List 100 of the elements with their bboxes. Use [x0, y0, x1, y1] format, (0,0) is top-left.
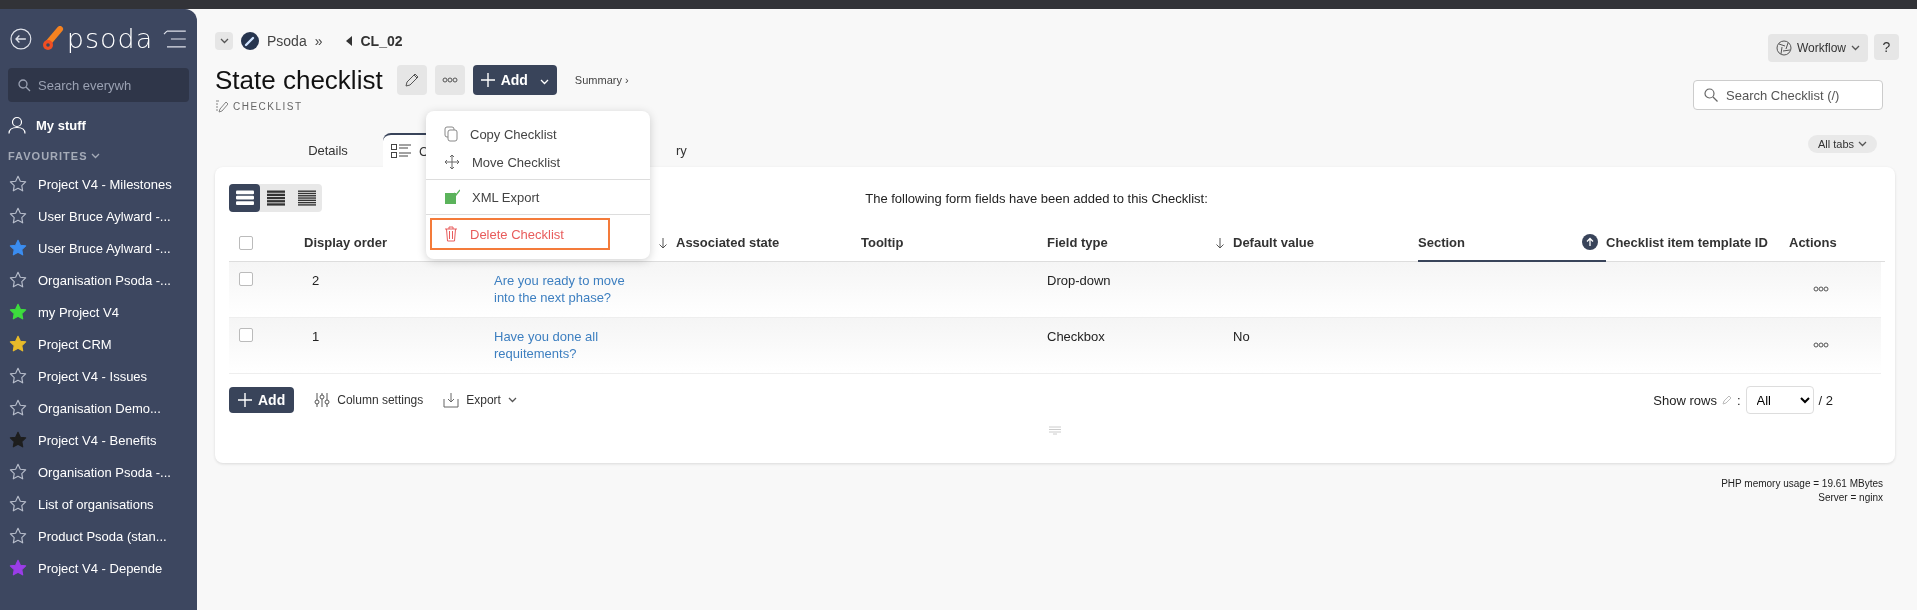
favourite-link[interactable]: Organisation Psoda -... [38, 272, 171, 288]
select-all-checkbox[interactable] [239, 235, 253, 250]
favourite-link[interactable]: User Bruce Aylward -... [38, 208, 171, 224]
export-button[interactable]: Export [443, 392, 517, 408]
star-icon[interactable] [9, 495, 27, 513]
star-icon[interactable] [9, 303, 27, 321]
sort-up-icon[interactable] [1582, 234, 1598, 250]
checklist-search-field[interactable]: Search Checklist (/) [1693, 80, 1883, 110]
rows-icon [297, 190, 316, 206]
more-icon [441, 77, 458, 83]
breadcrumb-link[interactable]: Psoda [267, 33, 307, 49]
breadcrumb-separator: » [314, 33, 323, 49]
star-icon[interactable] [9, 239, 27, 257]
column-header[interactable]: Default value [1233, 235, 1314, 250]
star-icon[interactable] [9, 559, 27, 577]
favourite-link[interactable]: Project V4 - Benefits [38, 432, 157, 448]
workflow-button[interactable]: Workflow [1767, 34, 1868, 62]
menu-item[interactable]: Delete Checklist [430, 218, 610, 250]
help-button[interactable]: ? [1874, 34, 1899, 60]
status-text: PHP memory usage = 19.61 MBytes [1720, 477, 1883, 491]
search-field[interactable]: Search everywh [8, 68, 189, 102]
chevron-down-icon [1858, 141, 1867, 147]
resize-handle-icon[interactable] [1049, 426, 1061, 435]
column-header[interactable]: Field type [1047, 235, 1108, 250]
star-icon[interactable] [9, 175, 27, 193]
star-icon[interactable] [9, 271, 27, 289]
menu-item[interactable]: Move Checklist [426, 148, 650, 176]
back-icon[interactable] [10, 27, 32, 50]
menu-item[interactable]: Copy Checklist [426, 120, 650, 148]
more-icon [1813, 286, 1829, 292]
question-link[interactable]: Have you done all requitements? [494, 328, 644, 362]
collapse-menu-icon[interactable] [163, 29, 187, 48]
favourite-link[interactable]: User Bruce Aylward -... [38, 240, 171, 256]
add-row-button[interactable]: Add [229, 387, 295, 413]
status-text: Server = nginx [1817, 491, 1883, 505]
aperture-icon [1775, 40, 1792, 56]
favourite-link[interactable]: Project CRM [38, 336, 112, 352]
column-settings-button[interactable]: Column settings [314, 392, 424, 408]
tab[interactable]: Details [273, 133, 383, 167]
rows-icon [235, 190, 254, 206]
logo-icon [41, 25, 64, 52]
favourites-heading[interactable]: FAVOURITES [8, 150, 88, 162]
star-icon[interactable] [9, 207, 27, 225]
pencil-icon [403, 72, 420, 88]
move-icon [444, 154, 460, 170]
column-header[interactable]: Display order [304, 235, 388, 250]
rows-select[interactable]: All [1745, 386, 1814, 414]
edit-button[interactable] [396, 65, 427, 95]
search-icon [1704, 88, 1718, 102]
favourite-link[interactable]: Organisation Psoda -... [38, 464, 171, 480]
list-icon [391, 144, 411, 158]
column-header[interactable]: Tooltip [861, 235, 904, 250]
chevron-down-icon [1851, 45, 1860, 51]
favourite-link[interactable]: Project V4 - Depende [38, 560, 163, 576]
favourite-link[interactable]: Product Psoda (stan... [38, 528, 167, 544]
favourite-link[interactable]: List of organisations [38, 496, 154, 512]
question-link[interactable]: Are you ready to move into the next phase? [494, 272, 644, 306]
favourite-link[interactable]: Project V4 - Issues [38, 368, 148, 384]
trash-icon [444, 226, 458, 242]
chevron-down-icon [91, 153, 101, 159]
column-header[interactable]: Checklist item template ID [1606, 235, 1768, 250]
chevron-down-icon [507, 397, 517, 403]
plus-icon [480, 73, 495, 87]
menu-item[interactable]: XML Export [426, 183, 650, 211]
column-header[interactable]: Associated state [676, 235, 780, 250]
summary-link[interactable]: Summary › [574, 74, 629, 86]
more-icon [1813, 342, 1829, 348]
intro-text: The following form fields have been added to this Checklist: [865, 190, 1208, 206]
table-cell: Drop-down [1047, 273, 1111, 288]
star-icon[interactable] [9, 367, 27, 385]
column-header[interactable]: Actions [1789, 235, 1837, 250]
sort-down-icon[interactable] [1215, 236, 1225, 249]
row-checkbox[interactable] [239, 272, 253, 286]
add-button[interactable]: Add [472, 65, 557, 95]
breadcrumb-dropdown-button[interactable] [215, 32, 233, 50]
favourite-link[interactable]: my Project V4 [38, 304, 119, 320]
view-mode-button[interactable] [229, 184, 260, 212]
breadcrumb-current: CL_02 [360, 33, 403, 49]
star-icon[interactable] [9, 431, 27, 449]
column-header[interactable]: Section [1418, 234, 1465, 250]
record-type-label: CHECKLIST [233, 100, 303, 112]
favourite-link[interactable]: Organisation Demo... [38, 400, 161, 416]
all-tabs-button[interactable]: All tabs [1807, 135, 1877, 153]
star-icon[interactable] [9, 399, 27, 417]
tab[interactable]: ry [676, 133, 706, 167]
rows-icon [266, 190, 285, 206]
star-icon[interactable] [9, 463, 27, 481]
star-icon[interactable] [9, 527, 27, 545]
logo-text: psoda [66, 23, 154, 54]
favourite-link[interactable]: Project V4 - Milestones [38, 176, 172, 192]
my-stuff-link[interactable]: My stuff [36, 117, 86, 133]
search-icon [18, 79, 31, 92]
download-icon [443, 392, 460, 408]
row-checkbox[interactable] [239, 328, 253, 342]
table-cell: Checkbox [1047, 329, 1105, 344]
plus-icon [238, 393, 252, 407]
sort-down-icon[interactable] [658, 236, 668, 249]
label-colon: : [1736, 392, 1741, 408]
caret-left-icon[interactable] [344, 36, 353, 46]
more-button[interactable] [434, 65, 465, 95]
